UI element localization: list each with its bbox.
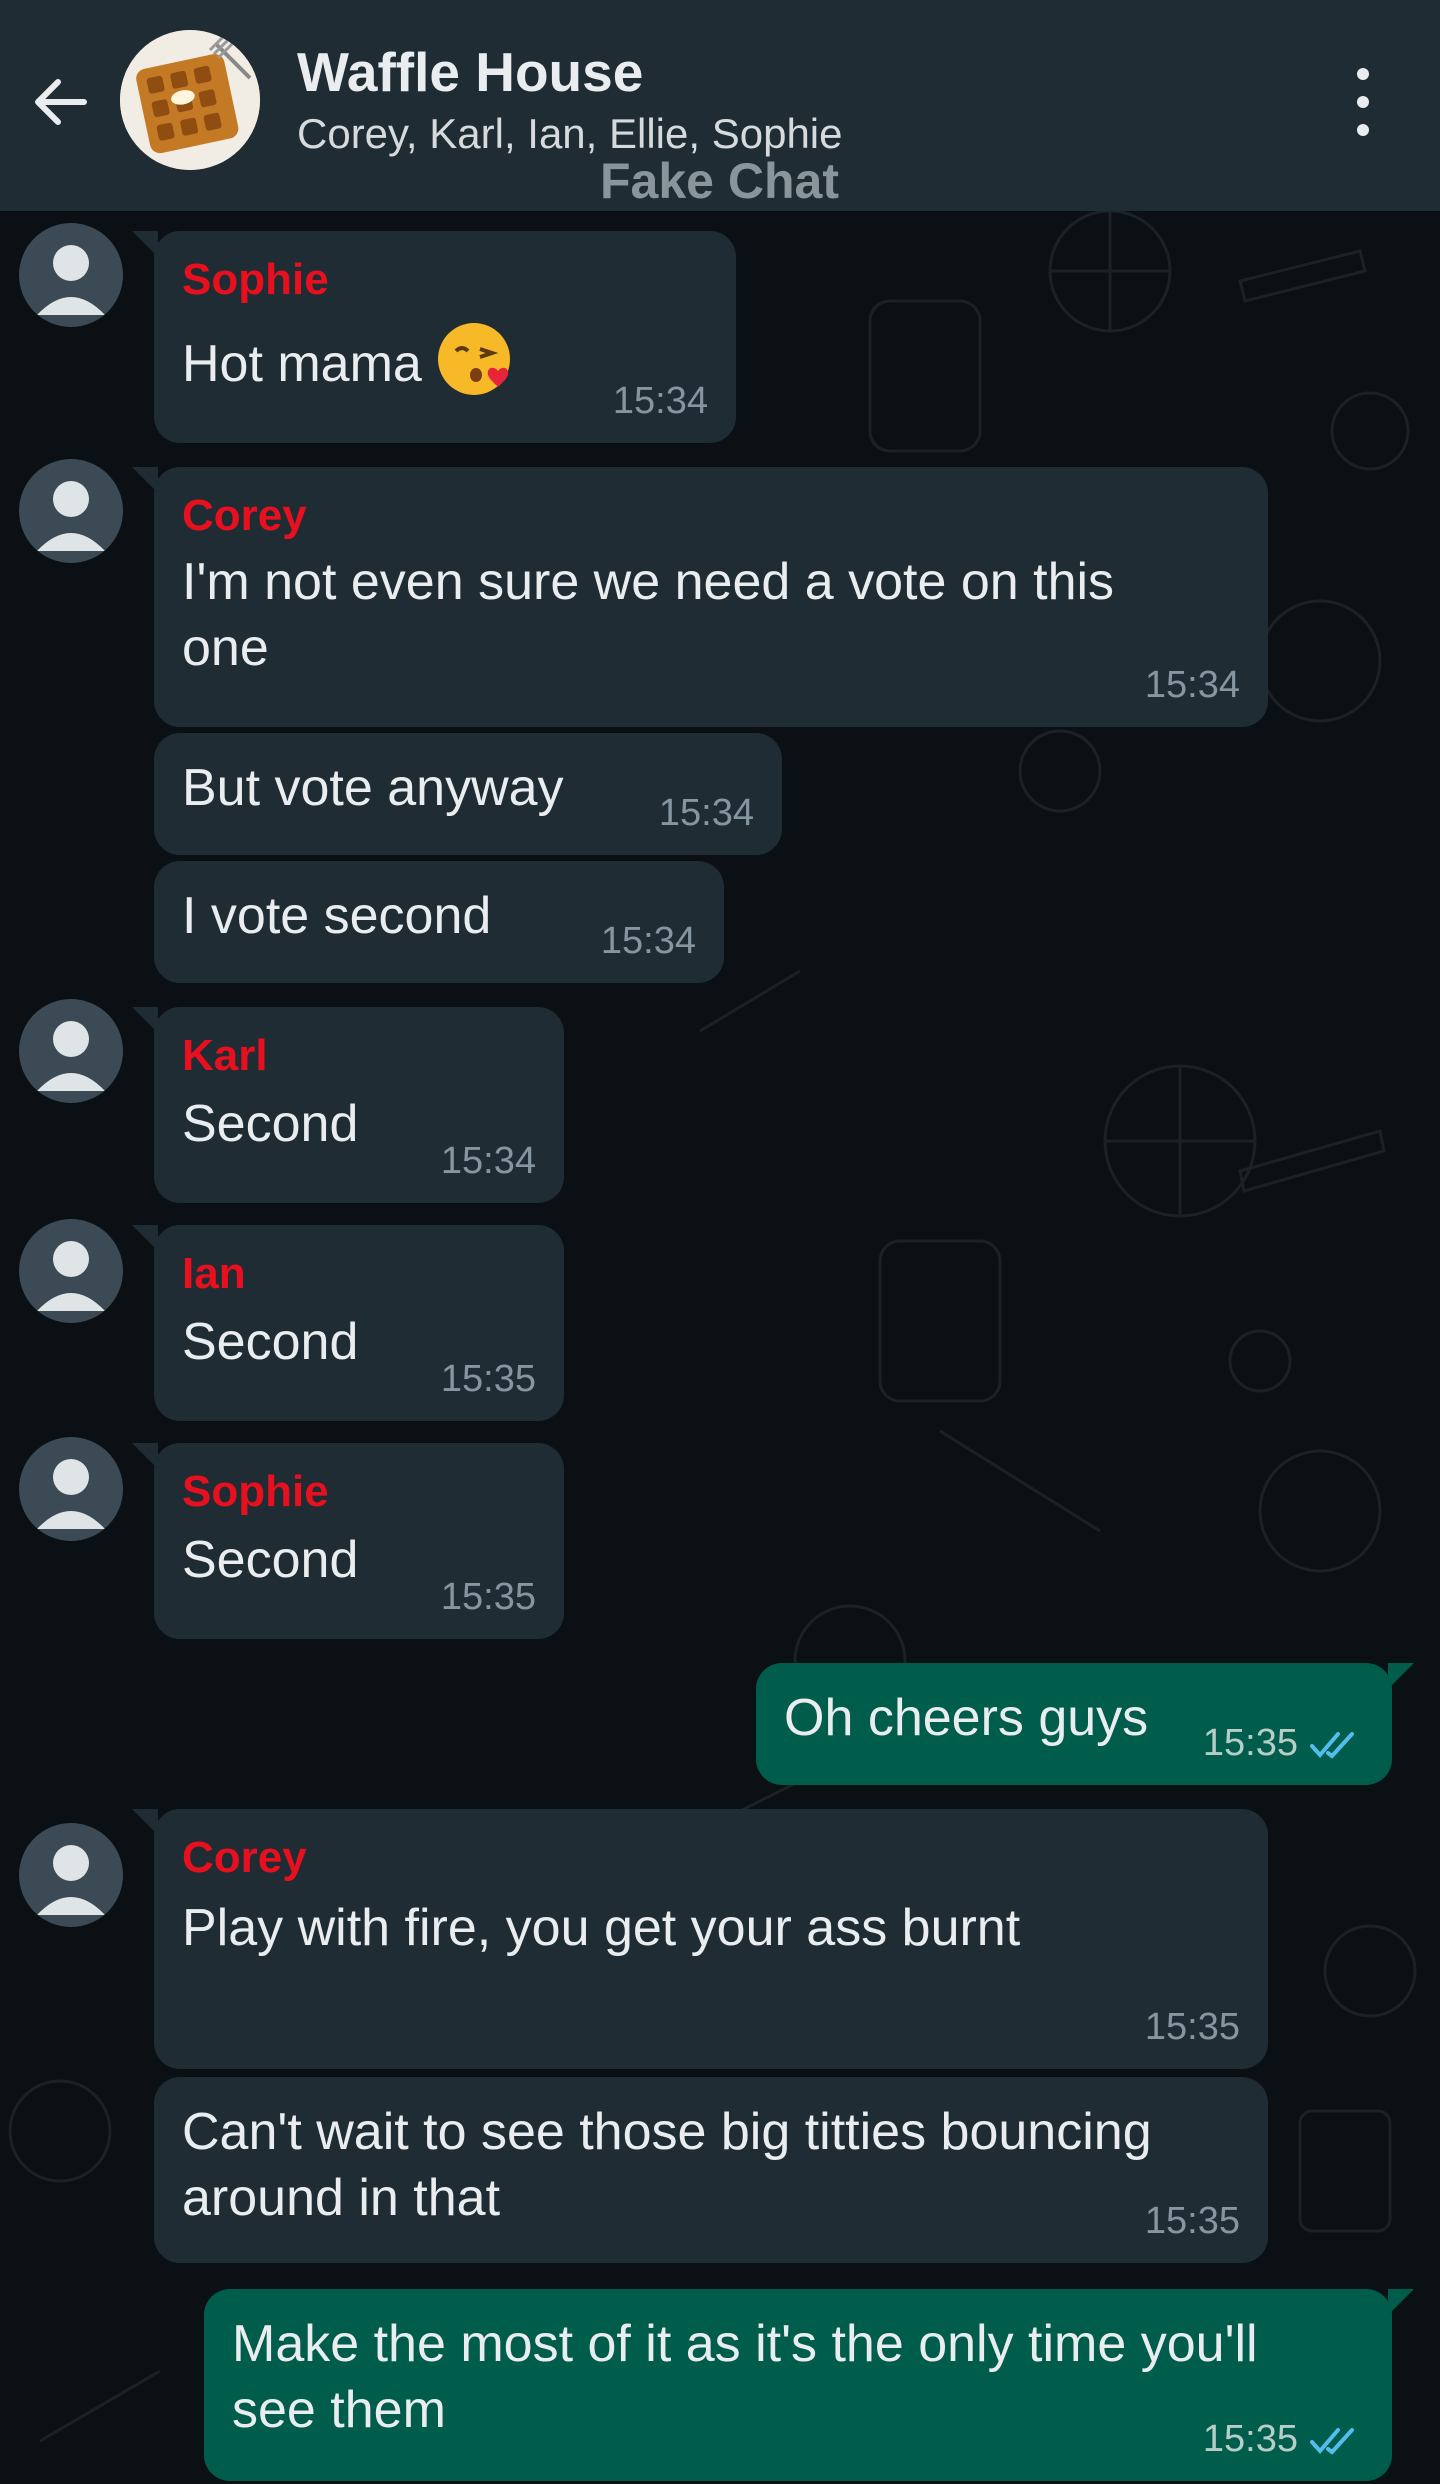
chat-area[interactable]: Sophie Hot mama 15:34 Corey I'm not even… xyxy=(0,211,1440,2484)
back-arrow-icon[interactable] xyxy=(24,66,96,138)
message-time: 15:35 xyxy=(1144,2200,1240,2242)
group-avatar[interactable] xyxy=(120,30,260,170)
avatar[interactable] xyxy=(19,1823,123,1927)
message-time: 15:35 xyxy=(440,1576,536,1618)
sender-name: Sophie xyxy=(182,1467,329,1516)
message-time: 15:34 xyxy=(1144,664,1240,706)
message-bubble-outgoing[interactable]: Oh cheers guys 15:35 xyxy=(756,1663,1414,1785)
message-bubble[interactable]: Sophie Second 15:35 xyxy=(132,1443,564,1639)
message-bubble[interactable]: Corey Play with fire, you get your ass b… xyxy=(132,1809,1268,2069)
chat-header: Waffle House Corey, Karl, Ian, Ellie, So… xyxy=(0,0,1440,211)
message-text: Make the most of it as it's the only tim… xyxy=(232,2315,1258,2439)
message-text: I'm not even sure we need a vote on this… xyxy=(182,553,1115,677)
sender-name: Karl xyxy=(182,1031,268,1080)
message-bubble[interactable]: But vote anyway 15:34 xyxy=(154,733,782,855)
kissing-face-with-heart-icon xyxy=(437,323,510,395)
message-bubble[interactable]: Karl Second 15:34 xyxy=(132,1007,564,1203)
double-check-read-icon xyxy=(1310,2427,1354,2455)
avatar[interactable] xyxy=(19,223,123,327)
message-time: 15:35 xyxy=(1144,2006,1240,2048)
message-text: Hot mama xyxy=(182,335,422,393)
fake-chat-watermark: Fake Chat xyxy=(600,153,839,209)
group-members[interactable]: Corey, Karl, Ian, Ellie, Sophie xyxy=(297,110,843,158)
avatar[interactable] xyxy=(19,1437,123,1541)
message-bubble[interactable]: Can't wait to see those big titties boun… xyxy=(154,2077,1268,2263)
sender-name: Sophie xyxy=(182,255,329,304)
message-bubble[interactable]: Sophie Hot mama 15:34 xyxy=(132,231,736,443)
avatar[interactable] xyxy=(19,1219,123,1323)
sender-name: Corey xyxy=(182,491,307,540)
message-bubble[interactable]: Corey I'm not even sure we need a vote o… xyxy=(132,467,1268,727)
message-bubble-outgoing[interactable]: Make the most of it as it's the only tim… xyxy=(204,2289,1414,2481)
message-time: 15:34 xyxy=(600,920,696,962)
message-time: 15:35 xyxy=(440,1358,536,1400)
message-time: 15:35 xyxy=(1202,2418,1298,2460)
message-bubble[interactable]: Ian Second 15:35 xyxy=(132,1225,564,1421)
message-time: 15:34 xyxy=(658,792,754,834)
avatar[interactable] xyxy=(19,459,123,563)
avatar[interactable] xyxy=(19,999,123,1103)
sender-name: Ian xyxy=(182,1249,246,1298)
message-time: 15:35 xyxy=(1202,1722,1298,1764)
message-text: Play with fire, you get your ass burnt xyxy=(182,1899,1021,1957)
more-vertical-icon[interactable] xyxy=(1335,62,1391,142)
double-check-read-icon xyxy=(1310,1731,1354,1759)
message-time: 15:34 xyxy=(440,1140,536,1182)
message-time: 15:34 xyxy=(612,380,708,422)
message-bubble[interactable]: I vote second 15:34 xyxy=(154,861,724,983)
group-title[interactable]: Waffle House xyxy=(297,40,643,104)
sender-name: Corey xyxy=(182,1833,307,1882)
message-text: Can't wait to see those big titties boun… xyxy=(182,2103,1152,2227)
